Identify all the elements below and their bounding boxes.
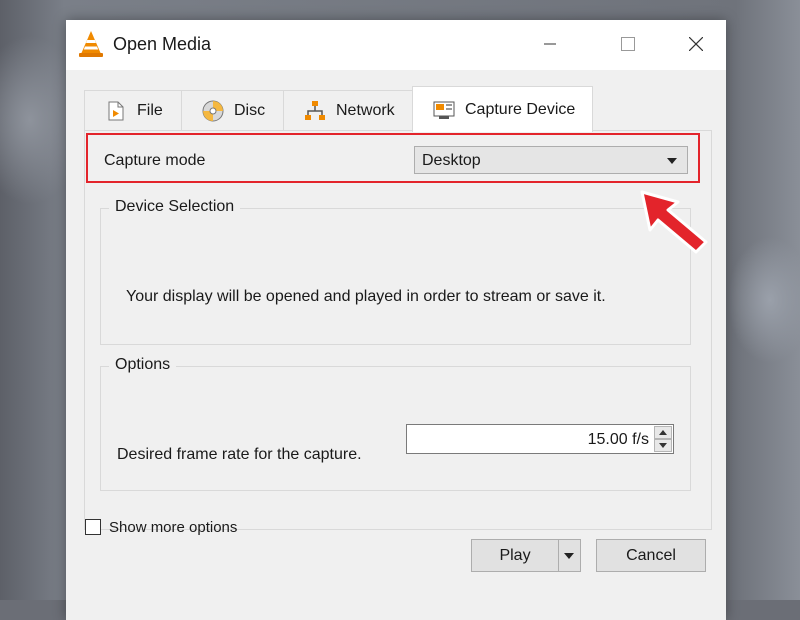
disc-icon [202,100,224,122]
capture-mode-dropdown[interactable]: Desktop [414,146,688,174]
tab-label: File [137,102,163,119]
device-selection-group: Device Selection Your display will be op… [100,198,691,345]
capture-mode-row: Capture mode Desktop [86,133,700,183]
capture-mode-label: Capture mode [104,152,206,169]
frame-rate-value: 15.00 f/s [587,431,649,448]
show-more-options-label[interactable]: Show more options [109,519,237,536]
device-selection-title: Device Selection [109,198,241,216]
capture-device-icon [433,99,455,121]
network-icon [304,100,326,122]
frame-rate-label: Desired frame rate for the capture. [117,446,362,463]
device-selection-message: Your display will be opened and played i… [126,288,606,305]
show-more-options-checkbox[interactable] [85,519,101,535]
file-icon [105,100,127,122]
chevron-down-icon [659,443,667,448]
cancel-button[interactable]: Cancel [596,539,706,572]
spin-up-button[interactable] [654,426,672,439]
spin-down-button[interactable] [654,439,672,452]
maximize-button[interactable] [608,28,648,60]
tab-capture-device[interactable]: Capture Device [412,86,593,132]
play-dropdown-button[interactable] [557,540,580,571]
options-title: Options [109,356,177,374]
capture-mode-value: Desktop [422,152,481,169]
minimize-icon [544,43,556,45]
close-button[interactable] [676,28,716,60]
tab-label: Capture Device [465,100,576,118]
play-button: Play [471,539,581,572]
red-pointer-arrow-icon [640,190,708,254]
close-icon [689,37,703,51]
frame-rate-spinbox[interactable]: 15.00 f/s [406,424,674,454]
options-group: Options Desired frame rate for the captu… [100,356,691,491]
play-main-button[interactable]: Play [472,540,559,571]
tab-file[interactable]: File [84,90,182,131]
tab-network[interactable]: Network [283,90,413,131]
tab-disc[interactable]: Disc [181,90,284,131]
chevron-down-icon [667,158,677,164]
maximize-icon [621,37,635,51]
spinbox-buttons [654,426,672,452]
window-title: Open Media [113,34,212,54]
minimize-button[interactable] [530,28,570,60]
vlc-cone-icon [78,30,104,58]
tab-label: Network [336,102,395,119]
tab-label: Disc [234,102,266,119]
open-media-dialog: Open Media File Disc Network Capture Dev… [66,20,726,620]
title-bar[interactable]: Open Media [66,20,726,70]
chevron-down-icon [563,552,574,559]
chevron-up-icon [659,430,667,435]
